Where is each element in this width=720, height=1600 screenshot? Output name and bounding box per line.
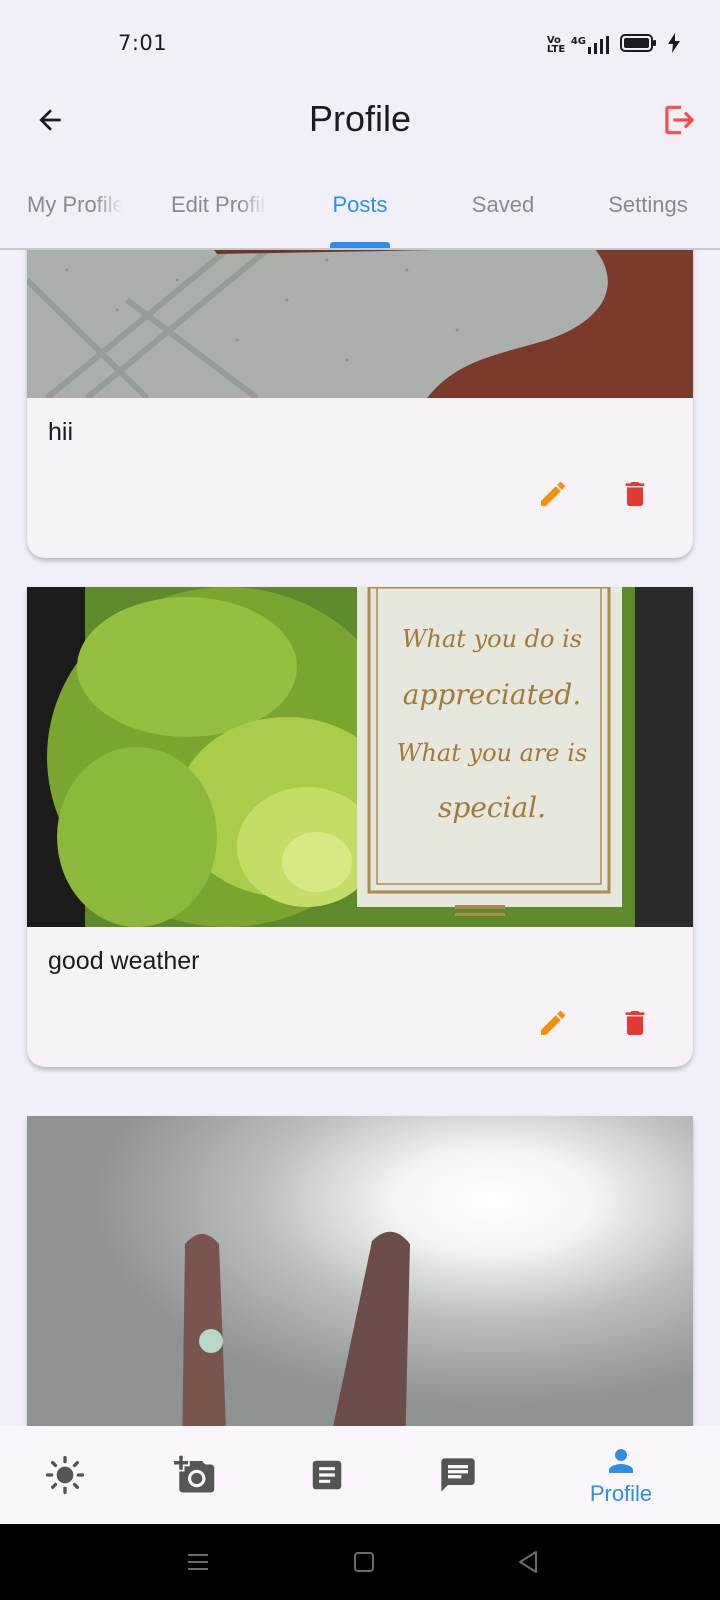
person-icon — [609, 1449, 633, 1473]
system-navigation-bar — [0, 1524, 720, 1600]
post-photo[interactable] — [27, 250, 693, 398]
page-title: Profile — [308, 98, 412, 139]
post-caption: hii — [48, 418, 74, 446]
network-type: 4G — [570, 36, 586, 47]
card-text-3: What you are is — [397, 739, 587, 767]
article-icon — [312, 1460, 342, 1490]
home-button[interactable] — [351, 1549, 377, 1575]
card-text-4: special. — [438, 791, 546, 824]
sun-icon — [45, 1455, 85, 1495]
system-back-button[interactable] — [515, 1548, 541, 1576]
tab-my-profile[interactable]: My Profile — [27, 192, 123, 232]
nav-chat[interactable] — [408, 1426, 508, 1524]
logout-icon — [665, 105, 694, 135]
nav-weather[interactable] — [15, 1426, 115, 1524]
delete-button[interactable] — [619, 1007, 651, 1039]
square-icon — [354, 1552, 374, 1572]
card-text-1: What you do is — [402, 625, 582, 653]
add-photo-icon — [174, 1455, 215, 1493]
bottom-navigation: Profile — [0, 1426, 720, 1524]
triangle-back-icon — [519, 1551, 537, 1573]
pencil-icon — [541, 481, 566, 506]
nav-profile[interactable]: Profile — [571, 1426, 671, 1524]
card-text-2: appreciated. — [403, 678, 581, 711]
signal-icon: 4G — [571, 36, 610, 54]
status-time: 7:01 — [118, 31, 168, 55]
tab-indicator — [330, 242, 390, 248]
app-bar: Profile — [0, 88, 720, 152]
trash-icon — [625, 1011, 645, 1035]
battery-icon — [620, 34, 658, 56]
volte-icon: Vo LTE — [546, 35, 566, 55]
edit-button[interactable] — [537, 478, 569, 510]
profile-tabs: My Profile Edit Profile Posts Saved Sett… — [0, 176, 720, 250]
nav-profile-label: Profile — [589, 1481, 653, 1506]
recents-button[interactable] — [185, 1548, 211, 1576]
post-card: What you do is appreciated. What you are… — [27, 587, 693, 1067]
posts-feed[interactable]: hii What you do is appreciated. What you… — [0, 250, 720, 1426]
tab-edit-profile[interactable]: Edit Profile — [171, 192, 267, 232]
nav-articles[interactable] — [277, 1426, 377, 1524]
post-photo[interactable] — [27, 1116, 693, 1426]
menu-icon — [188, 1554, 208, 1570]
chat-icon — [441, 1458, 475, 1492]
post-photo[interactable]: What you do is appreciated. What you are… — [27, 587, 693, 927]
edit-button[interactable] — [537, 1007, 569, 1039]
pencil-icon — [541, 1010, 566, 1035]
charging-icon — [668, 33, 680, 57]
trash-icon — [625, 482, 645, 506]
post-card — [27, 1116, 693, 1426]
status-bar: 7:01 Vo LTE 4G — [0, 0, 720, 88]
tab-settings[interactable]: Settings — [588, 192, 708, 232]
tab-saved[interactable]: Saved — [443, 192, 563, 232]
nav-add-photo[interactable] — [145, 1426, 245, 1524]
status-icons: Vo LTE 4G — [547, 33, 680, 57]
post-card: hii — [27, 250, 693, 558]
logout-button[interactable] — [656, 98, 700, 142]
post-caption: good weather — [48, 947, 200, 975]
delete-button[interactable] — [619, 478, 651, 510]
tab-posts[interactable]: Posts — [300, 192, 420, 232]
